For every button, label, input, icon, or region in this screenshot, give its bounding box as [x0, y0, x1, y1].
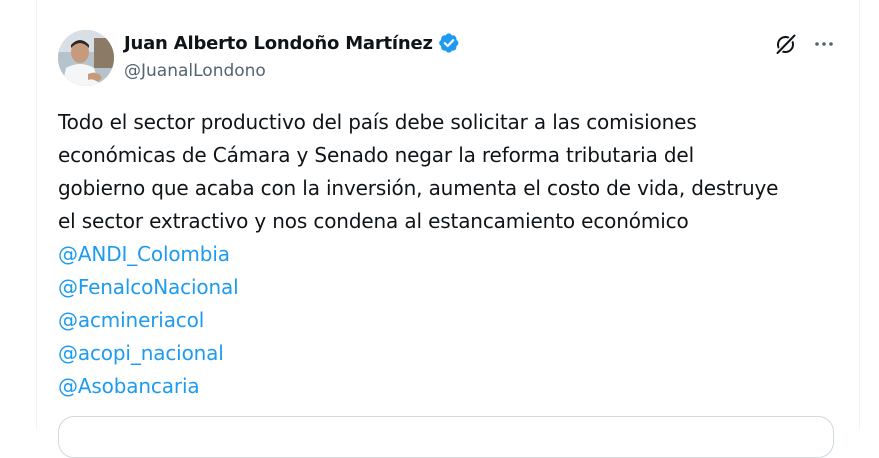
tweet-text-line: el sector extractivo y nos condena al es… — [58, 209, 689, 233]
verified-badge-icon[interactable] — [438, 32, 460, 54]
tweet-text-line: Todo el sector productivo del país debe … — [58, 110, 697, 134]
grok-icon[interactable] — [774, 32, 798, 56]
media-card-edge[interactable] — [58, 416, 834, 458]
avatar[interactable] — [58, 30, 114, 86]
avatar-photo — [58, 30, 114, 86]
tweet-text-line: gobierno que acaba con la inversión, aum… — [58, 176, 779, 200]
mention-link[interactable]: @FenalcoNacional — [58, 271, 838, 304]
author-handle[interactable]: @JuanalLondono — [124, 61, 266, 81]
mention-link[interactable]: @acmineriacol — [58, 304, 838, 337]
author-name[interactable]: Juan Alberto Londoño Martínez — [124, 33, 433, 54]
author-row: Juan Alberto Londoño Martínez — [124, 32, 460, 54]
more-options-icon[interactable] — [812, 32, 836, 56]
tweet-text-line: económicas de Cámara y Senado negar la r… — [58, 143, 694, 167]
mention-link[interactable]: @acopi_nacional — [58, 337, 838, 370]
mention-link[interactable]: @ANDI_Colombia — [58, 238, 838, 271]
mention-link[interactable]: @Asobancaria — [58, 370, 838, 403]
tweet-text: Todo el sector productivo del país debe … — [58, 106, 838, 403]
